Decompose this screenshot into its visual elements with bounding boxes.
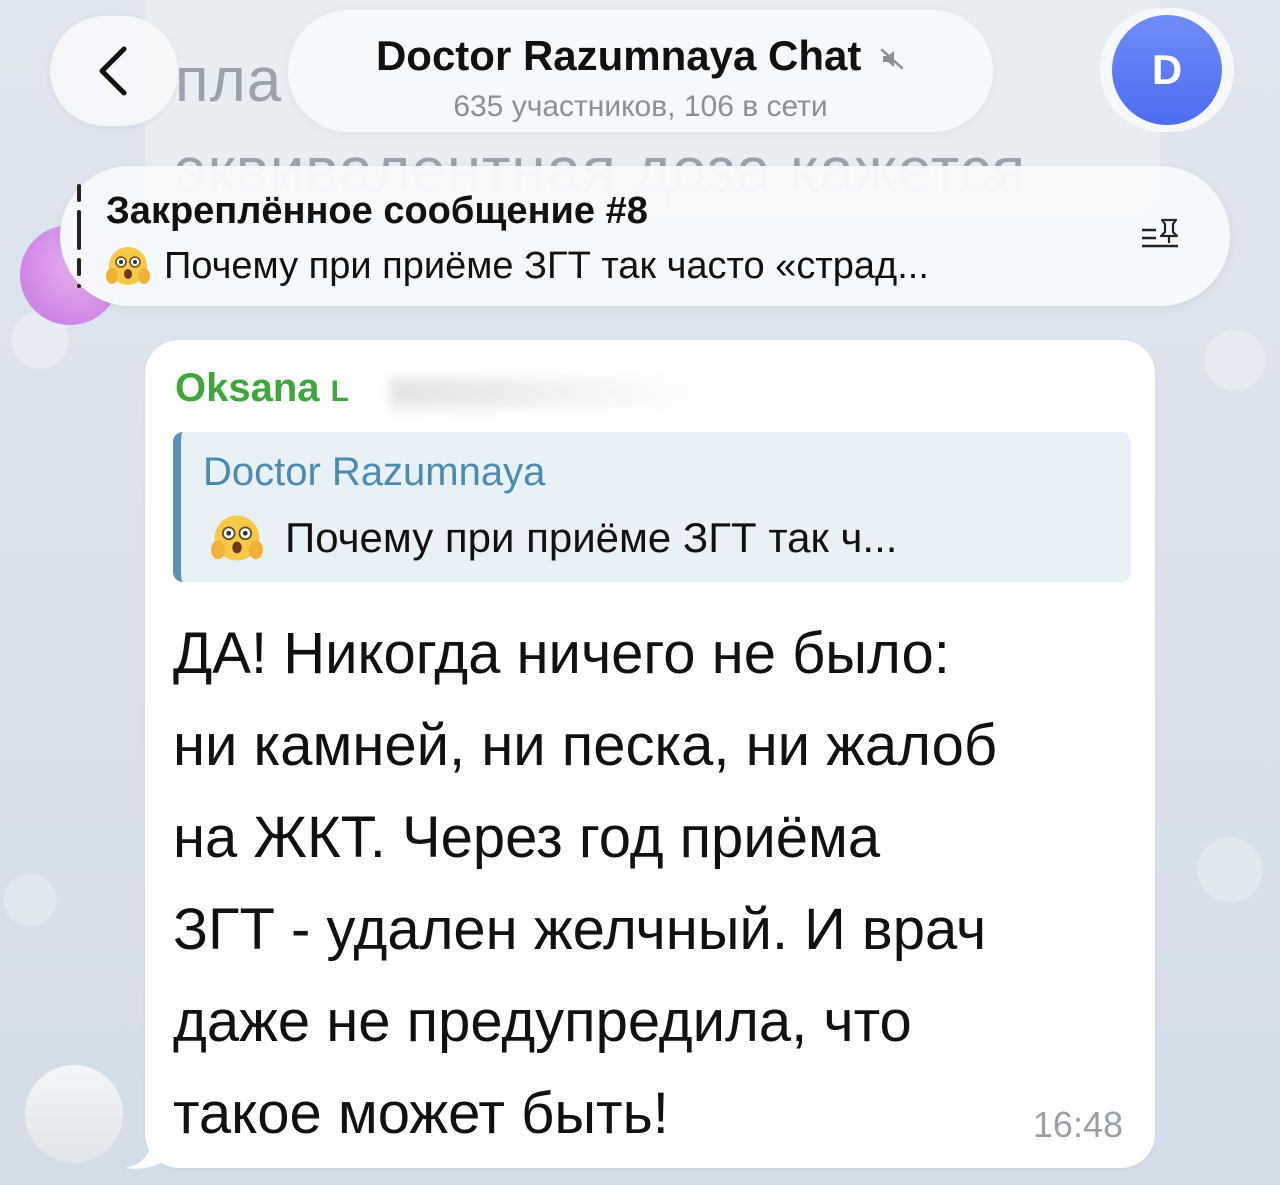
bubble-tail (124, 1140, 162, 1169)
chat-subtitle: 635 участников, 106 в сети (453, 90, 828, 123)
pinned-list-icon[interactable] (1140, 216, 1180, 256)
message-time: 16:48 (1032, 1104, 1123, 1145)
pinned-message-bar[interactable]: Закреплённое сообщение #8 Почему при при… (60, 166, 1230, 306)
chevron-left-icon (99, 46, 127, 96)
pinned-preview-text: Почему при приёме ЗГТ так часто «страд..… (164, 244, 929, 287)
shocked-face-emoji (106, 247, 150, 285)
pinned-position-indicator (77, 184, 81, 288)
message-bubble[interactable]: Oksana L Doctor Razumnaya Почему при при… (145, 340, 1155, 1168)
shocked-face-emoji (211, 515, 263, 561)
chat-avatar-button[interactable]: D (1100, 8, 1234, 132)
reply-quote[interactable]: Doctor Razumnaya Почему при приёме ЗГТ т… (173, 432, 1131, 582)
avatar: D (1112, 15, 1222, 125)
sender-name[interactable]: Oksana L (175, 366, 349, 411)
chat-header[interactable]: Doctor Razumnaya Chat 635 участников, 10… (288, 10, 993, 132)
sender-first-name: Oksana (175, 366, 320, 410)
redacted-surname (390, 378, 710, 408)
chat-title-row: Doctor Razumnaya Chat (288, 32, 993, 80)
sender-avatar[interactable] (25, 1065, 123, 1163)
reply-text-row: Почему при приёме ЗГТ так ч... (211, 512, 897, 564)
back-button[interactable] (50, 16, 178, 126)
pinned-title: Закреплённое сообщение #8 (106, 190, 648, 232)
reply-author: Doctor Razumnaya (203, 450, 546, 494)
previous-message-line: пла (175, 46, 283, 115)
pinned-preview: Почему при приёме ЗГТ так часто «страд..… (106, 244, 929, 288)
reply-text: Почему при приёме ЗГТ так ч... (285, 514, 898, 561)
message-text: ДА! Никогда ничего не было: ни камней, н… (173, 621, 998, 1146)
chat-title: Doctor Razumnaya Chat (375, 32, 862, 79)
muted-speaker-icon (880, 48, 904, 70)
sender-initial: L (330, 375, 349, 408)
